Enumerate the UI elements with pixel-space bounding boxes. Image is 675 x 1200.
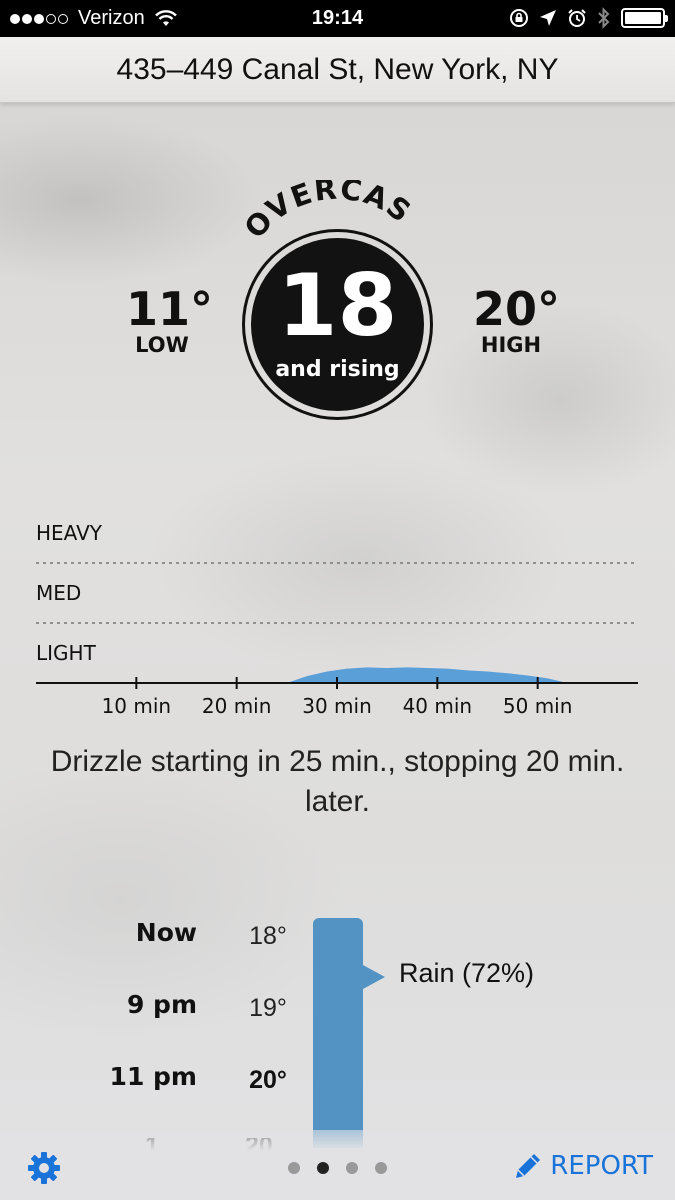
page-dot-1[interactable] — [288, 1162, 300, 1174]
page-dot-3[interactable] — [346, 1162, 358, 1174]
page-dot-2[interactable] — [317, 1162, 329, 1174]
temperature-trend: and rising — [275, 357, 400, 382]
precip-tick-label: 10 min — [102, 694, 172, 718]
page-indicator[interactable] — [288, 1162, 387, 1174]
precip-tick-label: 30 min — [302, 694, 372, 718]
current-temperature: 18 — [277, 256, 398, 356]
location-header[interactable]: 435–449 Canal St, New York, NY — [0, 37, 675, 103]
rain-label: Rain (72%) — [399, 958, 535, 988]
hourly-temp-now: 18° — [249, 922, 287, 950]
rotation-lock-icon — [510, 9, 528, 27]
page-dot-4[interactable] — [375, 1162, 387, 1174]
high-temp-block: 20° HIGH — [473, 282, 561, 357]
precip-tick-label: 50 min — [503, 694, 573, 718]
low-temp-value: 11° — [126, 282, 214, 336]
report-label: REPORT — [550, 1151, 653, 1181]
precip-level-label: MED — [36, 581, 81, 605]
precip-level-label: LIGHT — [36, 641, 97, 665]
precip-area — [286, 667, 568, 683]
precipitation-summary: Drizzle starting in 25 min., stopping 20… — [50, 745, 625, 818]
precip-tick-label: 40 min — [403, 694, 473, 718]
precip-level-label: HEAVY — [36, 521, 103, 545]
hourly-temp-11pm: 20° — [249, 1066, 287, 1094]
precip-tick-label: 20 min — [202, 694, 272, 718]
high-temp-label: HIGH — [480, 333, 542, 357]
rain-pointer-icon — [363, 965, 385, 989]
hourly-temp-9pm: 19° — [249, 994, 287, 1022]
low-temp-label: LOW — [135, 333, 189, 357]
report-button[interactable]: REPORT — [512, 1150, 653, 1182]
low-temp-block: 11° LOW — [126, 282, 214, 357]
gear-icon[interactable] — [26, 1150, 62, 1186]
location-arrow-icon — [540, 10, 556, 26]
precipitation-chart[interactable]: HEAVY MED LIGHT 10 min 20 min 30 min 40 min 50 … — [0, 510, 675, 730]
rain-probability-bar — [313, 918, 363, 1148]
hourly-time-11pm: 11 pm — [109, 1062, 197, 1091]
alarm-icon — [568, 9, 586, 27]
hourly-time-9pm: 9 pm — [126, 990, 197, 1019]
high-temp-value: 20° — [473, 282, 561, 336]
bluetooth-icon — [598, 7, 610, 29]
status-bar: Verizon 19:14 — [0, 0, 675, 37]
battery-icon — [621, 8, 668, 28]
pencil-icon — [516, 1154, 541, 1178]
hourly-time-now: Now — [135, 918, 197, 947]
